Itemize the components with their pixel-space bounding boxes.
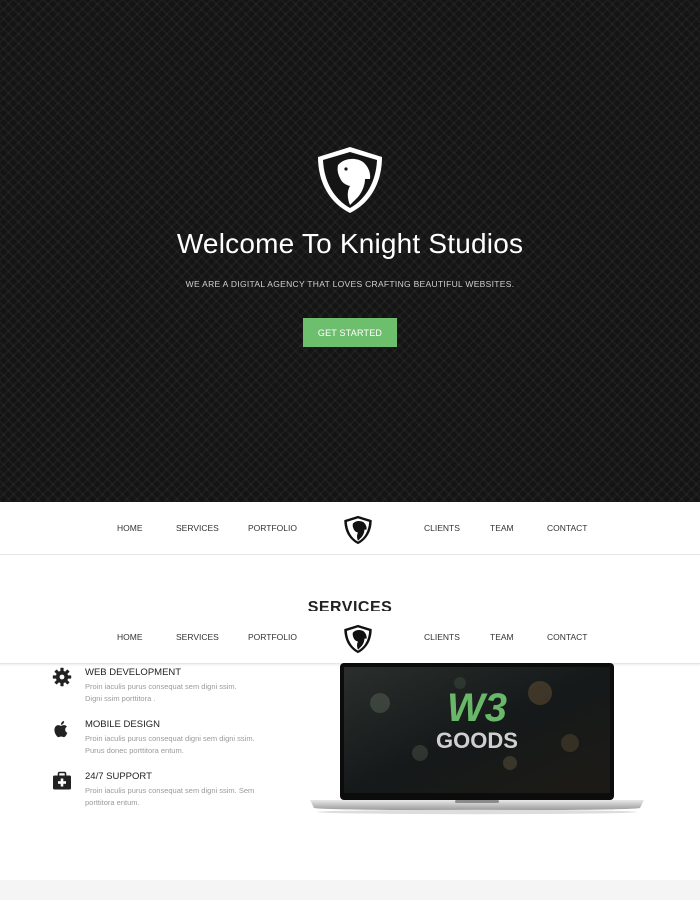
nav-item-team[interactable]: TEAM [490, 611, 514, 664]
nav-item-home[interactable]: HOME [117, 611, 143, 664]
next-section-band [0, 880, 700, 900]
service-title: WEB DEVELOPMENT [85, 667, 182, 678]
nav-item-portfolio[interactable]: PORTFOLIO [248, 502, 297, 555]
knight-horse-shield-icon [318, 147, 382, 213]
nav-item-services[interactable]: SERVICES [176, 611, 219, 664]
nav-item-home[interactable]: HOME [117, 502, 143, 555]
nav-item-contact[interactable]: CONTACT [547, 502, 587, 555]
gear-icon [52, 667, 72, 687]
nav-item-contact[interactable]: CONTACT [547, 611, 587, 664]
laptop-icon: W3 GOODS [310, 663, 644, 815]
first-aid-kit-icon [53, 771, 71, 790]
service-description: Proin iaculis purus consequat digni sem … [85, 734, 255, 755]
service-description: Proin iaculis purus consequat sem digni … [85, 682, 237, 703]
service-description: Proin iaculis purus consequat sem digni … [85, 786, 255, 807]
hero-section: Welcome To Knight Studios WE ARE A DIGIT… [0, 0, 700, 502]
hero-subtitle: WE ARE A DIGITAL AGENCY THAT LOVES CRAFT… [185, 279, 515, 289]
knight-horse-shield-icon[interactable] [343, 624, 373, 654]
main-navbar: HOME SERVICES PORTFOLIO CLIENTS TEAM CON… [0, 502, 700, 555]
screen-brand-top: W3 [447, 686, 507, 730]
apple-icon [54, 721, 68, 738]
service-title: 24/7 SUPPORT [85, 771, 152, 782]
nav-item-clients[interactable]: CLIENTS [424, 611, 460, 664]
nav-item-team[interactable]: TEAM [490, 502, 514, 555]
knight-horse-shield-icon[interactable] [343, 515, 373, 545]
service-title: MOBILE DESIGN [85, 719, 160, 730]
sticky-navbar: HOME SERVICES PORTFOLIO CLIENTS TEAM CON… [0, 611, 700, 664]
nav-item-services[interactable]: SERVICES [176, 502, 219, 555]
nav-item-portfolio[interactable]: PORTFOLIO [248, 611, 297, 664]
get-started-button[interactable]: GET STARTED [303, 318, 397, 347]
screen-brand-bottom: GOODS [436, 728, 518, 753]
nav-item-clients[interactable]: CLIENTS [424, 502, 460, 555]
hero-title: Welcome To Knight Studios [176, 228, 524, 259]
